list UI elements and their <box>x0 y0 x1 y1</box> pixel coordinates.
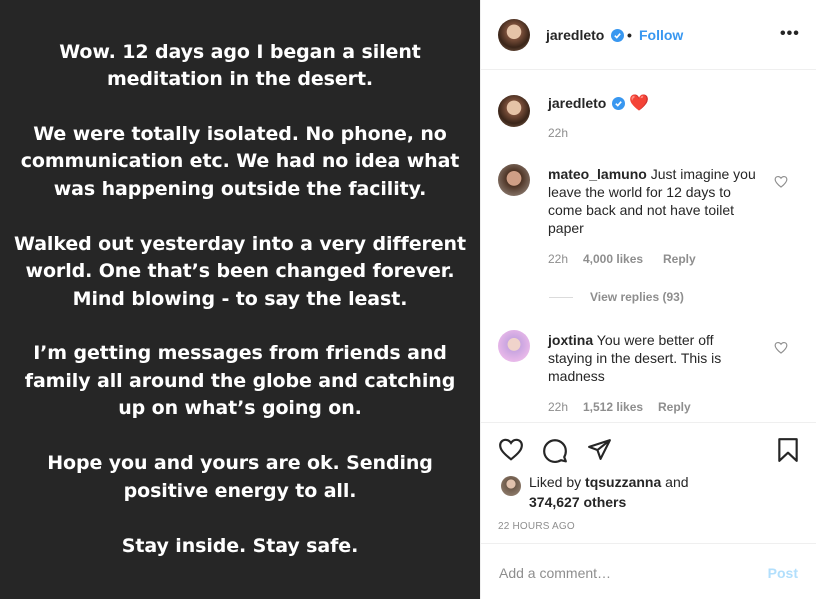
comment-2: joxtina You were better off staying in t… <box>548 331 778 385</box>
comment-bubble-icon[interactable] <box>542 437 568 463</box>
image-text-line: up on what’s going on. <box>118 397 362 419</box>
view-replies-button[interactable]: View replies (93) <box>590 290 684 304</box>
post-image[interactable]: Wow. 12 days ago I began a silent medita… <box>0 0 480 599</box>
likes-count[interactable]: 374,627 others <box>529 494 626 510</box>
comment-avatar[interactable] <box>498 330 530 362</box>
image-text-line: Stay inside. Stay safe. <box>121 535 359 557</box>
image-text-line: Wow. 12 days ago I began a silent <box>59 41 421 63</box>
header-username[interactable]: jaredleto <box>546 27 604 43</box>
caption-avatar[interactable] <box>498 95 530 127</box>
image-text-line: Walked out yesterday into a very differe… <box>14 233 466 255</box>
comment-meta: 22h <box>548 400 568 414</box>
comment-text: staying in the desert. This is <box>548 350 722 366</box>
comment-avatar[interactable] <box>498 164 530 196</box>
follow-button[interactable]: Follow <box>639 27 683 43</box>
caption-username[interactable]: jaredleto <box>548 95 606 111</box>
comment-text: You were better off <box>596 332 714 348</box>
comment-meta: 22h <box>548 252 568 266</box>
image-text-line: I’m getting messages from friends and <box>33 342 447 364</box>
post-side-panel: jaredleto • Follow ••• jaredleto ❤️ 22h … <box>480 0 816 599</box>
add-comment-input[interactable] <box>499 562 749 584</box>
reply-button[interactable]: Reply <box>658 400 691 414</box>
comment-1: mateo_lamuno Just imagine you leave the … <box>548 165 778 237</box>
reply-button[interactable]: Reply <box>663 252 696 266</box>
comment-text: come back and not have toilet <box>548 202 735 218</box>
comment-time[interactable]: 22h <box>548 252 568 266</box>
post-comment-button[interactable]: Post <box>768 565 798 581</box>
post-timestamp[interactable]: 22 HOURS AGO <box>498 521 575 532</box>
image-text-line: meditation in the desert. <box>106 68 374 90</box>
post-header: jaredleto • Follow ••• <box>481 0 816 70</box>
add-comment-bar: Post <box>481 543 816 599</box>
image-text-line: was happening outside the facility. <box>53 178 427 200</box>
comment-likes[interactable]: 4,000 likes <box>583 252 643 266</box>
image-text-line: Mind blowing - to say the least. <box>72 288 408 310</box>
verified-badge-icon <box>611 29 624 42</box>
liked-by-and: and <box>665 474 689 490</box>
save-bookmark-icon[interactable] <box>777 437 799 463</box>
separator-dot: • <box>627 27 632 43</box>
image-text-line: communication etc. We had no idea what <box>20 150 460 172</box>
comment-username[interactable]: mateo_lamuno <box>548 166 647 182</box>
image-text-line: world. One that’s been changed forever. <box>25 260 455 282</box>
comment-username[interactable]: joxtina <box>548 332 593 348</box>
more-options-icon[interactable]: ••• <box>780 25 800 43</box>
liked-by-user[interactable]: tqsuzzanna <box>585 474 661 490</box>
like-comment-heart-icon[interactable] <box>774 175 788 188</box>
image-text-line: positive energy to all. <box>123 480 357 502</box>
image-text-line: family all around the globe and catching <box>24 370 456 392</box>
comment-likes[interactable]: 1,512 likes <box>583 400 643 414</box>
like-heart-icon[interactable] <box>498 437 524 461</box>
comment-text: paper <box>548 220 584 236</box>
like-comment-heart-icon[interactable] <box>774 341 788 354</box>
liked-by-prefix: Liked by <box>529 474 582 490</box>
caption-time[interactable]: 22h <box>548 126 568 140</box>
liker-avatar[interactable] <box>501 476 521 496</box>
image-text-line: We were totally isolated. No phone, no <box>33 123 447 145</box>
verified-badge-icon <box>612 97 625 110</box>
comment-text: leave the world for 12 days to <box>548 184 731 200</box>
comment-text: Just imagine you <box>650 166 756 182</box>
red-heart-emoji: ❤️ <box>629 95 649 112</box>
comment-time[interactable]: 22h <box>548 400 568 414</box>
replies-divider <box>549 297 573 298</box>
image-text-line: Hope you and yours are ok. Sending <box>47 452 433 474</box>
comment-text: madness <box>548 368 605 384</box>
avatar[interactable] <box>498 19 530 51</box>
share-paper-plane-icon[interactable] <box>587 438 612 461</box>
post-actions: Liked by tqsuzzanna and 374,627 others 2… <box>481 422 816 542</box>
liked-by: Liked by tqsuzzanna and 374,627 others <box>529 472 789 512</box>
